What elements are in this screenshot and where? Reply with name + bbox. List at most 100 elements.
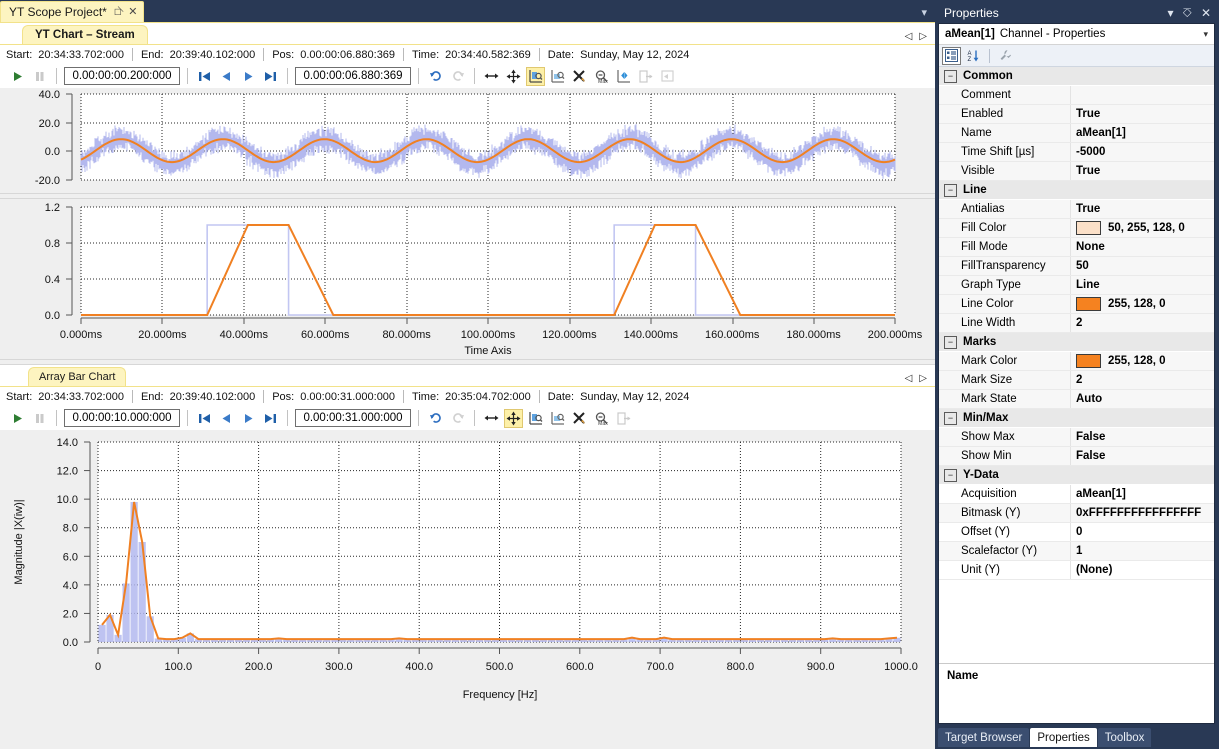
- property-value[interactable]: 1: [1071, 542, 1214, 560]
- property-value[interactable]: 255, 128, 0: [1071, 295, 1214, 313]
- property-value[interactable]: True: [1071, 105, 1214, 123]
- step-back-button[interactable]: [217, 67, 236, 86]
- collapse-toggle-icon[interactable]: −: [944, 335, 957, 349]
- zoom-y-axis-icon[interactable]: [548, 67, 567, 86]
- collapse-toggle-icon[interactable]: −: [944, 411, 957, 425]
- document-tab-yt-scope-project[interactable]: YT Scope Project* ⎏ ✕: [0, 1, 144, 22]
- undo-zoom-icon[interactable]: [426, 409, 445, 428]
- zoom-x-axis-icon[interactable]: [526, 409, 545, 428]
- collapse-toggle-icon[interactable]: −: [944, 468, 957, 482]
- property-category-line[interactable]: − Line: [939, 181, 1214, 200]
- properties-grid[interactable]: − Common Comment Enabled True Name aMean[1] Tim…: [939, 67, 1214, 663]
- categorized-icon[interactable]: [942, 46, 961, 65]
- property-value[interactable]: None: [1071, 238, 1214, 256]
- zoom-x-axis-icon[interactable]: [526, 66, 545, 86]
- document-tabstrip-menu[interactable]: ▾: [921, 6, 935, 22]
- collapse-toggle-icon[interactable]: −: [944, 183, 957, 197]
- undo-zoom-icon[interactable]: [426, 67, 445, 86]
- pause-button[interactable]: [30, 409, 49, 428]
- pan-horizontal-icon[interactable]: [482, 67, 501, 86]
- zoom-y-axis-icon[interactable]: [548, 409, 567, 428]
- zoom-max-icon[interactable]: Max: [592, 409, 611, 428]
- clear-zoom-icon[interactable]: [570, 409, 589, 428]
- pane-tab-toolbox[interactable]: Toolbox: [1097, 728, 1152, 747]
- step-back-button[interactable]: [217, 409, 236, 428]
- pane-tab-target-browser[interactable]: Target Browser: [938, 728, 1030, 747]
- property-row[interactable]: Scalefactor (Y) 1: [939, 542, 1214, 561]
- import-data-icon[interactable]: [658, 67, 677, 86]
- step-size-field[interactable]: 0.00:00:10.000:000: [64, 409, 180, 427]
- yt-chart-top-plot[interactable]: 40.0 20.0 0.0 -20.0: [0, 88, 935, 193]
- property-value[interactable]: (None): [1071, 561, 1214, 579]
- chevron-down-icon[interactable]: ▾: [1167, 6, 1173, 20]
- property-pages-icon[interactable]: [996, 47, 1015, 65]
- property-row[interactable]: Visible True: [939, 162, 1214, 181]
- tab-scroll-left-icon[interactable]: ◁: [905, 373, 913, 384]
- property-row[interactable]: Offset (Y) 0: [939, 523, 1214, 542]
- property-value[interactable]: Line: [1071, 276, 1214, 294]
- property-row[interactable]: Unit (Y) (None): [939, 561, 1214, 580]
- pin-icon[interactable]: ⎏: [1182, 6, 1191, 21]
- property-row[interactable]: Line Width 2: [939, 314, 1214, 333]
- zoom-max-icon[interactable]: Max: [592, 67, 611, 86]
- collapse-toggle-icon[interactable]: −: [944, 69, 957, 83]
- pause-button[interactable]: [30, 67, 49, 86]
- skip-to-end-button[interactable]: [261, 67, 280, 86]
- property-value[interactable]: -5000: [1071, 143, 1214, 161]
- export-data-icon[interactable]: [614, 409, 633, 428]
- property-value[interactable]: 255, 128, 0: [1071, 352, 1214, 370]
- skip-to-start-button[interactable]: [195, 409, 214, 428]
- pin-icon[interactable]: ⎏: [109, 4, 126, 21]
- property-row[interactable]: Mark Size 2: [939, 371, 1214, 390]
- tab-scroll-left-icon[interactable]: ◁: [905, 31, 913, 42]
- redo-zoom-icon[interactable]: [448, 67, 467, 86]
- property-value[interactable]: True: [1071, 200, 1214, 218]
- property-value[interactable]: Auto: [1071, 390, 1214, 408]
- property-row[interactable]: Bitmask (Y) 0xFFFFFFFFFFFFFFFF: [939, 504, 1214, 523]
- property-value[interactable]: 2: [1071, 371, 1214, 389]
- property-value[interactable]: True: [1071, 162, 1214, 180]
- property-row[interactable]: Graph Type Line: [939, 276, 1214, 295]
- property-row[interactable]: FillTransparency 50: [939, 257, 1214, 276]
- chevron-down-icon[interactable]: ▾: [1203, 29, 1208, 40]
- property-category-min-max[interactable]: − Min/Max: [939, 409, 1214, 428]
- property-row[interactable]: Fill Mode None: [939, 238, 1214, 257]
- property-value[interactable]: aMean[1]: [1071, 485, 1214, 503]
- property-value[interactable]: 2: [1071, 314, 1214, 332]
- property-value[interactable]: False: [1071, 447, 1214, 465]
- tab-yt-chart-stream[interactable]: YT Chart – Stream: [22, 25, 148, 44]
- property-row[interactable]: Line Color 255, 128, 0: [939, 295, 1214, 314]
- property-row[interactable]: Acquisition aMean[1]: [939, 485, 1214, 504]
- tab-scroll-right-icon[interactable]: ▷: [919, 373, 927, 384]
- step-forward-button[interactable]: [239, 409, 258, 428]
- property-row[interactable]: Mark Color 255, 128, 0: [939, 352, 1214, 371]
- close-icon[interactable]: ✕: [128, 6, 137, 18]
- play-button[interactable]: [8, 67, 27, 86]
- yt-chart-middle-plot[interactable]: 1.2 0.8 0.4 0.0 0.000ms 20.000ms 40.000m…: [0, 199, 935, 359]
- property-row[interactable]: Comment: [939, 86, 1214, 105]
- position-field[interactable]: 0.00:00:06.880:369: [295, 67, 411, 85]
- property-category-common[interactable]: − Common: [939, 67, 1214, 86]
- property-value[interactable]: 50: [1071, 257, 1214, 275]
- tab-array-bar-chart[interactable]: Array Bar Chart: [28, 367, 127, 386]
- property-row[interactable]: Fill Color 50, 255, 128, 0: [939, 219, 1214, 238]
- property-row[interactable]: Show Min False: [939, 447, 1214, 466]
- pan-all-directions-icon[interactable]: [504, 408, 523, 428]
- property-row[interactable]: Show Max False: [939, 428, 1214, 447]
- property-row[interactable]: Antialias True: [939, 200, 1214, 219]
- property-value[interactable]: False: [1071, 428, 1214, 446]
- property-row[interactable]: Enabled True: [939, 105, 1214, 124]
- property-value[interactable]: 0: [1071, 523, 1214, 541]
- step-size-field[interactable]: 0.00:00:00.200:000: [64, 67, 180, 85]
- tab-scroll-right-icon[interactable]: ▷: [919, 31, 927, 42]
- property-value[interactable]: 0xFFFFFFFFFFFFFFFF: [1071, 504, 1214, 522]
- pan-all-directions-icon[interactable]: [504, 67, 523, 86]
- close-icon[interactable]: ✕: [1201, 6, 1211, 20]
- property-value[interactable]: 50, 255, 128, 0: [1071, 219, 1214, 237]
- step-forward-button[interactable]: [239, 67, 258, 86]
- property-category-marks[interactable]: − Marks: [939, 333, 1214, 352]
- redo-zoom-icon[interactable]: [448, 409, 467, 428]
- array-bar-plot[interactable]: Magnitude |X(iw)| 14.0 12.0 10.0 8.0 6.0 4.0 2…: [0, 430, 935, 749]
- position-field[interactable]: 0.00:00:31.000:000: [295, 409, 411, 427]
- property-row[interactable]: Name aMean[1]: [939, 124, 1214, 143]
